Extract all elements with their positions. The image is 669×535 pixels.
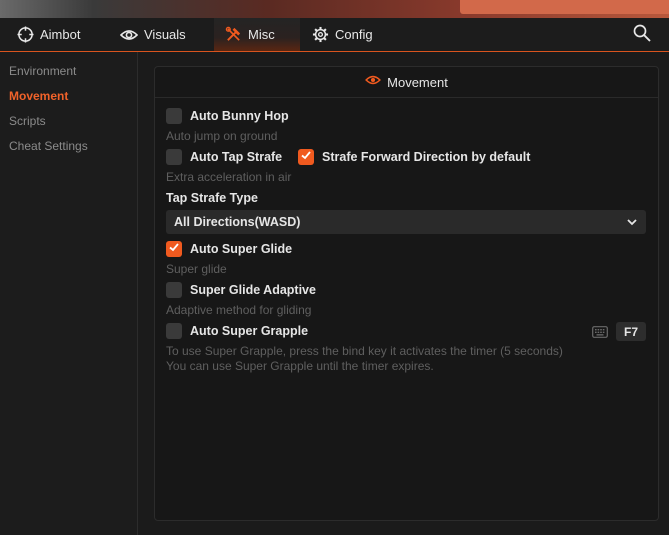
tab-label: Config <box>335 27 373 42</box>
auto-tap-strafe-description: Extra acceleration in air <box>166 170 292 184</box>
auto-super-glide-label: Auto Super Glide <box>190 242 293 256</box>
auto-bunny-hop-checkbox[interactable] <box>166 108 182 124</box>
top-banner <box>0 0 669 18</box>
tab-visuals[interactable]: Visuals <box>120 18 186 51</box>
tap-strafe-type-label: Tap Strafe Type <box>166 191 258 205</box>
panel-header: Movement <box>155 67 658 98</box>
sidebar: Environment Movement Scripts Cheat Setti… <box>0 52 138 535</box>
banner-strip <box>460 0 669 14</box>
super-glide-adaptive-option: Super Glide Adaptive <box>166 282 316 298</box>
chevron-down-icon <box>626 216 638 228</box>
eye-icon <box>120 26 138 44</box>
auto-super-glide-option: Auto Super Glide <box>166 241 292 257</box>
strafe-forward-checkbox[interactable] <box>298 149 314 165</box>
tab-bar: Aimbot Visuals Misc Config <box>0 18 669 52</box>
auto-super-grapple-description-1: To use Super Grapple, press the bind key… <box>166 344 563 358</box>
super-glide-adaptive-label: Super Glide Adaptive <box>190 283 316 297</box>
tap-strafe-type-select[interactable]: All Directions(WASD) <box>166 210 646 234</box>
sidebar-item-movement[interactable]: Movement <box>9 89 68 103</box>
search-button[interactable] <box>633 24 653 44</box>
auto-super-grapple-label: Auto Super Grapple <box>190 324 309 338</box>
crosshair-icon <box>16 26 34 44</box>
auto-bunny-hop-option: Auto Bunny Hop <box>166 108 289 124</box>
eye-icon <box>365 74 382 90</box>
auto-super-grapple-checkbox[interactable] <box>166 323 182 339</box>
checkmark-icon <box>168 240 180 258</box>
search-icon <box>633 24 651 46</box>
strafe-forward-option: Strafe Forward Direction by default <box>298 149 530 165</box>
tab-label: Misc <box>248 27 275 42</box>
auto-tap-strafe-checkbox[interactable] <box>166 149 182 165</box>
tab-misc[interactable]: Misc <box>214 18 300 51</box>
auto-super-grapple-option: Auto Super Grapple <box>166 323 308 339</box>
checkmark-icon <box>300 148 312 166</box>
sidebar-item-environment[interactable]: Environment <box>9 64 76 78</box>
sidebar-item-cheat-settings[interactable]: Cheat Settings <box>9 139 88 153</box>
tools-icon <box>224 26 242 44</box>
tab-label: Visuals <box>144 27 186 42</box>
super-glide-adaptive-description: Adaptive method for gliding <box>166 303 312 317</box>
auto-bunny-hop-description: Auto jump on ground <box>166 129 278 143</box>
panel-title: Movement <box>387 74 448 90</box>
auto-super-grapple-description-2: You can use Super Grapple until the time… <box>166 359 434 373</box>
keyboard-icon[interactable] <box>592 325 608 338</box>
auto-super-glide-description: Super glide <box>166 262 227 276</box>
sidebar-item-scripts[interactable]: Scripts <box>9 114 46 128</box>
select-value: All Directions(WASD) <box>174 215 301 229</box>
tab-label: Aimbot <box>40 27 81 42</box>
tab-config[interactable]: Config <box>311 18 373 51</box>
super-grapple-keybind[interactable]: F7 <box>616 322 646 341</box>
strafe-forward-label: Strafe Forward Direction by default <box>322 150 531 164</box>
tab-aimbot[interactable]: Aimbot <box>16 18 80 51</box>
super-glide-adaptive-checkbox[interactable] <box>166 282 182 298</box>
auto-super-glide-checkbox[interactable] <box>166 241 182 257</box>
gear-icon <box>311 26 329 44</box>
auto-tap-strafe-label: Auto Tap Strafe <box>190 150 283 164</box>
auto-tap-strafe-option: Auto Tap Strafe <box>166 149 282 165</box>
auto-bunny-hop-label: Auto Bunny Hop <box>190 109 289 123</box>
